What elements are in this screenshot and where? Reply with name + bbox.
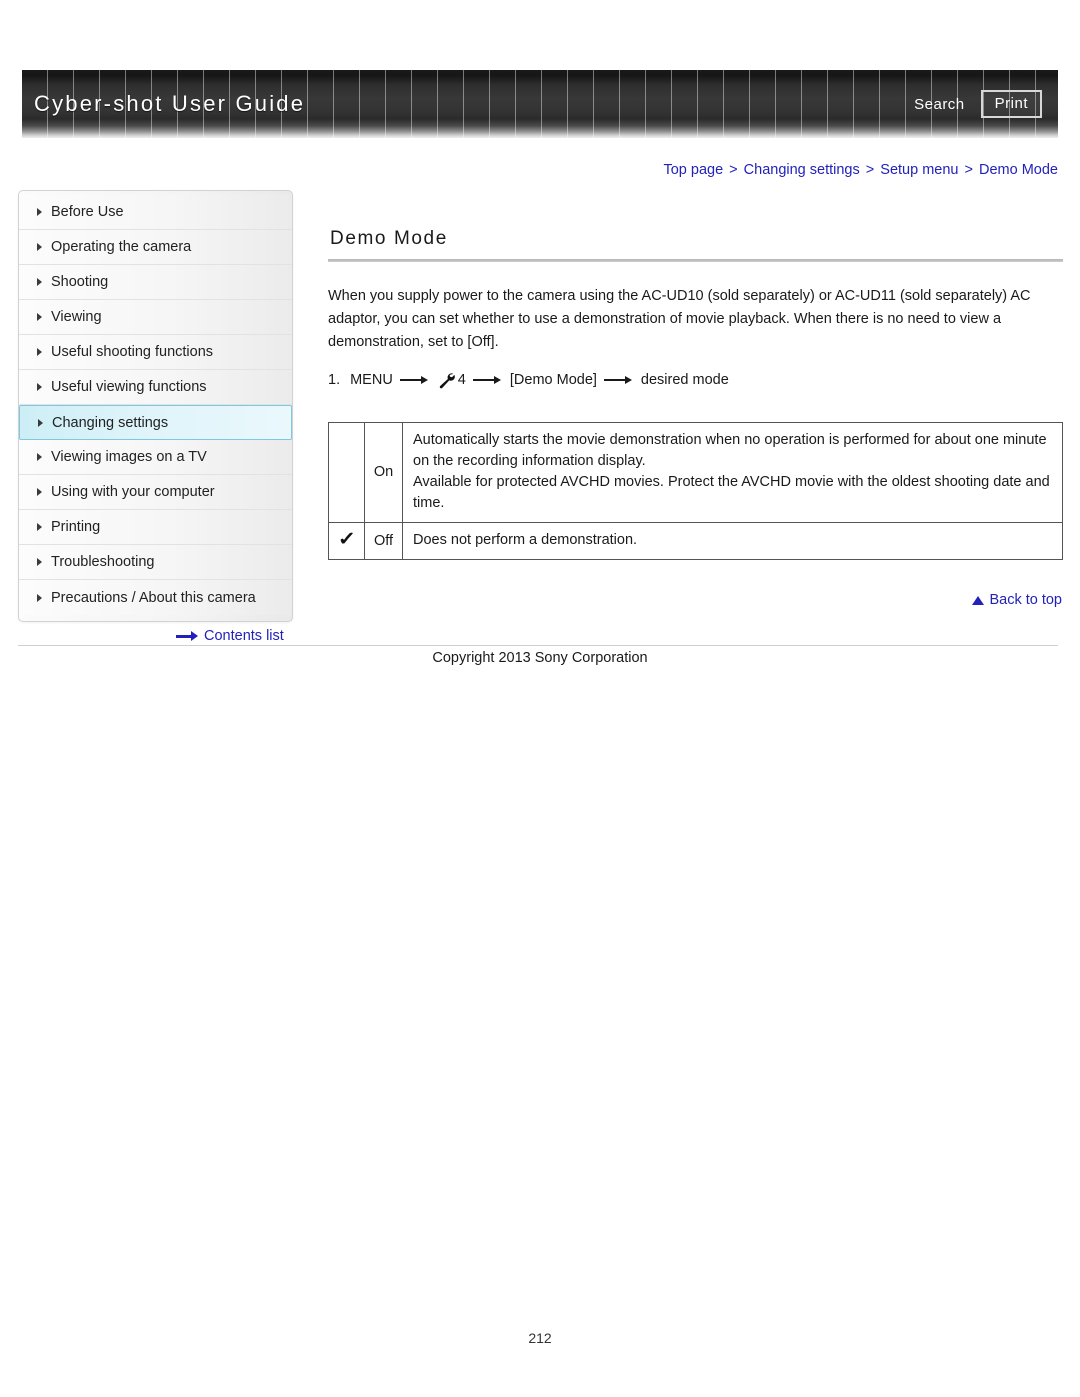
- table-row: On Automatically starts the movie demons…: [328, 422, 1063, 523]
- bullet-arrow-icon: [38, 418, 43, 427]
- bullet-arrow-icon: [37, 348, 42, 356]
- breadcrumb-item-demo-mode: Demo Mode: [979, 162, 1058, 178]
- breadcrumb-separator: >: [865, 162, 875, 178]
- contents-list-label: Contents list: [204, 628, 284, 644]
- checkmark-icon: ✓: [337, 529, 356, 550]
- back-to-top-label: Back to top: [989, 592, 1062, 608]
- sidebar-item-shooting[interactable]: Shooting: [19, 265, 292, 300]
- breadcrumb-separator: >: [729, 162, 738, 178]
- triangle-up-icon: [972, 595, 985, 605]
- breadcrumb-item-top-page[interactable]: Top page: [663, 162, 723, 178]
- intro-paragraph: When you supply power to the camera usin…: [328, 288, 1031, 350]
- option-description-cell: Does not perform a demonstration.: [402, 522, 1063, 560]
- print-button[interactable]: Print: [980, 90, 1042, 118]
- breadcrumb-item-changing-settings[interactable]: Changing settings: [744, 162, 860, 178]
- sidebar-item-label: Shooting: [51, 274, 109, 290]
- sidebar-item-before-use[interactable]: Before Use: [19, 195, 292, 230]
- bullet-arrow-icon: [37, 593, 42, 602]
- sidebar-item-troubleshooting[interactable]: Troubleshooting: [19, 545, 292, 580]
- sidebar-item-using-with-your-computer[interactable]: Using with your computer: [19, 475, 292, 510]
- sidebar-item-useful-viewing-functions[interactable]: Useful viewing functions: [19, 370, 292, 405]
- step-item-label: [Demo Mode]: [509, 372, 597, 388]
- arrow-right-icon: [176, 631, 200, 641]
- step-number: 1.: [328, 372, 341, 388]
- bullet-arrow-icon: [37, 558, 42, 566]
- arrow-right-icon: [472, 375, 503, 385]
- sidebar-item-label: Operating the camera: [51, 239, 192, 255]
- title-divider: [328, 259, 1063, 262]
- bullet-arrow-icon: [37, 523, 42, 531]
- sidebar-item-printing[interactable]: Printing: [19, 510, 292, 545]
- sidebar-item-viewing-images-on-a-tv[interactable]: Viewing images on a TV: [19, 440, 292, 475]
- app-title: Cyber-shot User Guide: [34, 91, 306, 116]
- selected-indicator-cell: ✓: [328, 522, 365, 560]
- copyright-text: Copyright 2013 Sony Corporation: [432, 650, 648, 666]
- sidebar-item-label: Precautions / About this camera: [51, 589, 256, 606]
- sidebar-item-operating-the-camera[interactable]: Operating the camera: [19, 230, 292, 265]
- sidebar-item-label: Useful shooting functions: [51, 344, 214, 360]
- header-banner: Cyber-shot User Guide Search Print: [22, 70, 1058, 138]
- sidebar-item-label: Useful viewing functions: [51, 379, 207, 395]
- table-row: ✓ Off Does not perform a demonstration.: [328, 522, 1063, 560]
- sidebar-item-useful-shooting-functions[interactable]: Useful shooting functions: [19, 335, 292, 370]
- option-name-cell: On: [364, 422, 403, 523]
- header-actions: Search Print: [914, 90, 1042, 118]
- wrench-icon: [437, 371, 457, 390]
- main-content: Demo Mode When you supply power to the c…: [328, 228, 1063, 560]
- bullet-arrow-icon: [37, 313, 42, 321]
- bullet-arrow-icon: [37, 453, 42, 461]
- bullet-arrow-icon: [37, 488, 42, 496]
- bullet-arrow-icon: [37, 278, 42, 286]
- bullet-arrow-icon: [37, 383, 42, 391]
- bullet-arrow-icon: [37, 208, 42, 216]
- menu-path-step: 1. MENU 4 [Demo Mode] desired mode: [328, 368, 1063, 392]
- page-number: 212: [528, 1330, 552, 1346]
- option-name-cell: Off: [364, 522, 403, 560]
- options-table: On Automatically starts the movie demons…: [328, 422, 1063, 560]
- breadcrumb-separator: >: [964, 162, 973, 178]
- breadcrumb: Top page > Changing settings > Setup men…: [663, 162, 1058, 178]
- footer-divider: [18, 645, 1058, 646]
- sidebar-item-label: Printing: [51, 519, 101, 535]
- step-menu-label: MENU: [350, 372, 393, 388]
- sidebar-item-label: Using with your computer: [51, 484, 215, 500]
- sidebar-item-label: Viewing images on a TV: [51, 449, 207, 465]
- page-title: Demo Mode: [330, 228, 448, 249]
- contents-list-link[interactable]: Contents list: [176, 628, 284, 644]
- sidebar-item-label: Viewing: [51, 309, 102, 325]
- step-result-label: desired mode: [640, 372, 729, 388]
- sidebar-navigation: Before Use Operating the camera Shooting…: [18, 190, 293, 622]
- step-submenu-number: 4: [457, 372, 466, 388]
- bullet-arrow-icon: [37, 243, 42, 251]
- selected-indicator-cell: [328, 422, 365, 523]
- option-description-cell: Automatically starts the movie demonstra…: [402, 422, 1063, 523]
- sidebar-item-label: Troubleshooting: [51, 554, 155, 570]
- arrow-right-icon: [399, 375, 430, 385]
- search-link[interactable]: Search: [914, 96, 965, 113]
- sidebar-item-label: Changing settings: [52, 414, 169, 431]
- breadcrumb-item-setup-menu[interactable]: Setup menu: [880, 162, 958, 178]
- sidebar-item-changing-settings[interactable]: Changing settings: [19, 405, 292, 440]
- sidebar-item-precautions-about-this-camera[interactable]: Precautions / About this camera: [19, 580, 292, 615]
- back-to-top-link[interactable]: Back to top: [972, 592, 1062, 608]
- arrow-right-icon: [603, 375, 634, 385]
- sidebar-item-label: Before Use: [51, 204, 124, 220]
- sidebar-item-viewing[interactable]: Viewing: [19, 300, 292, 335]
